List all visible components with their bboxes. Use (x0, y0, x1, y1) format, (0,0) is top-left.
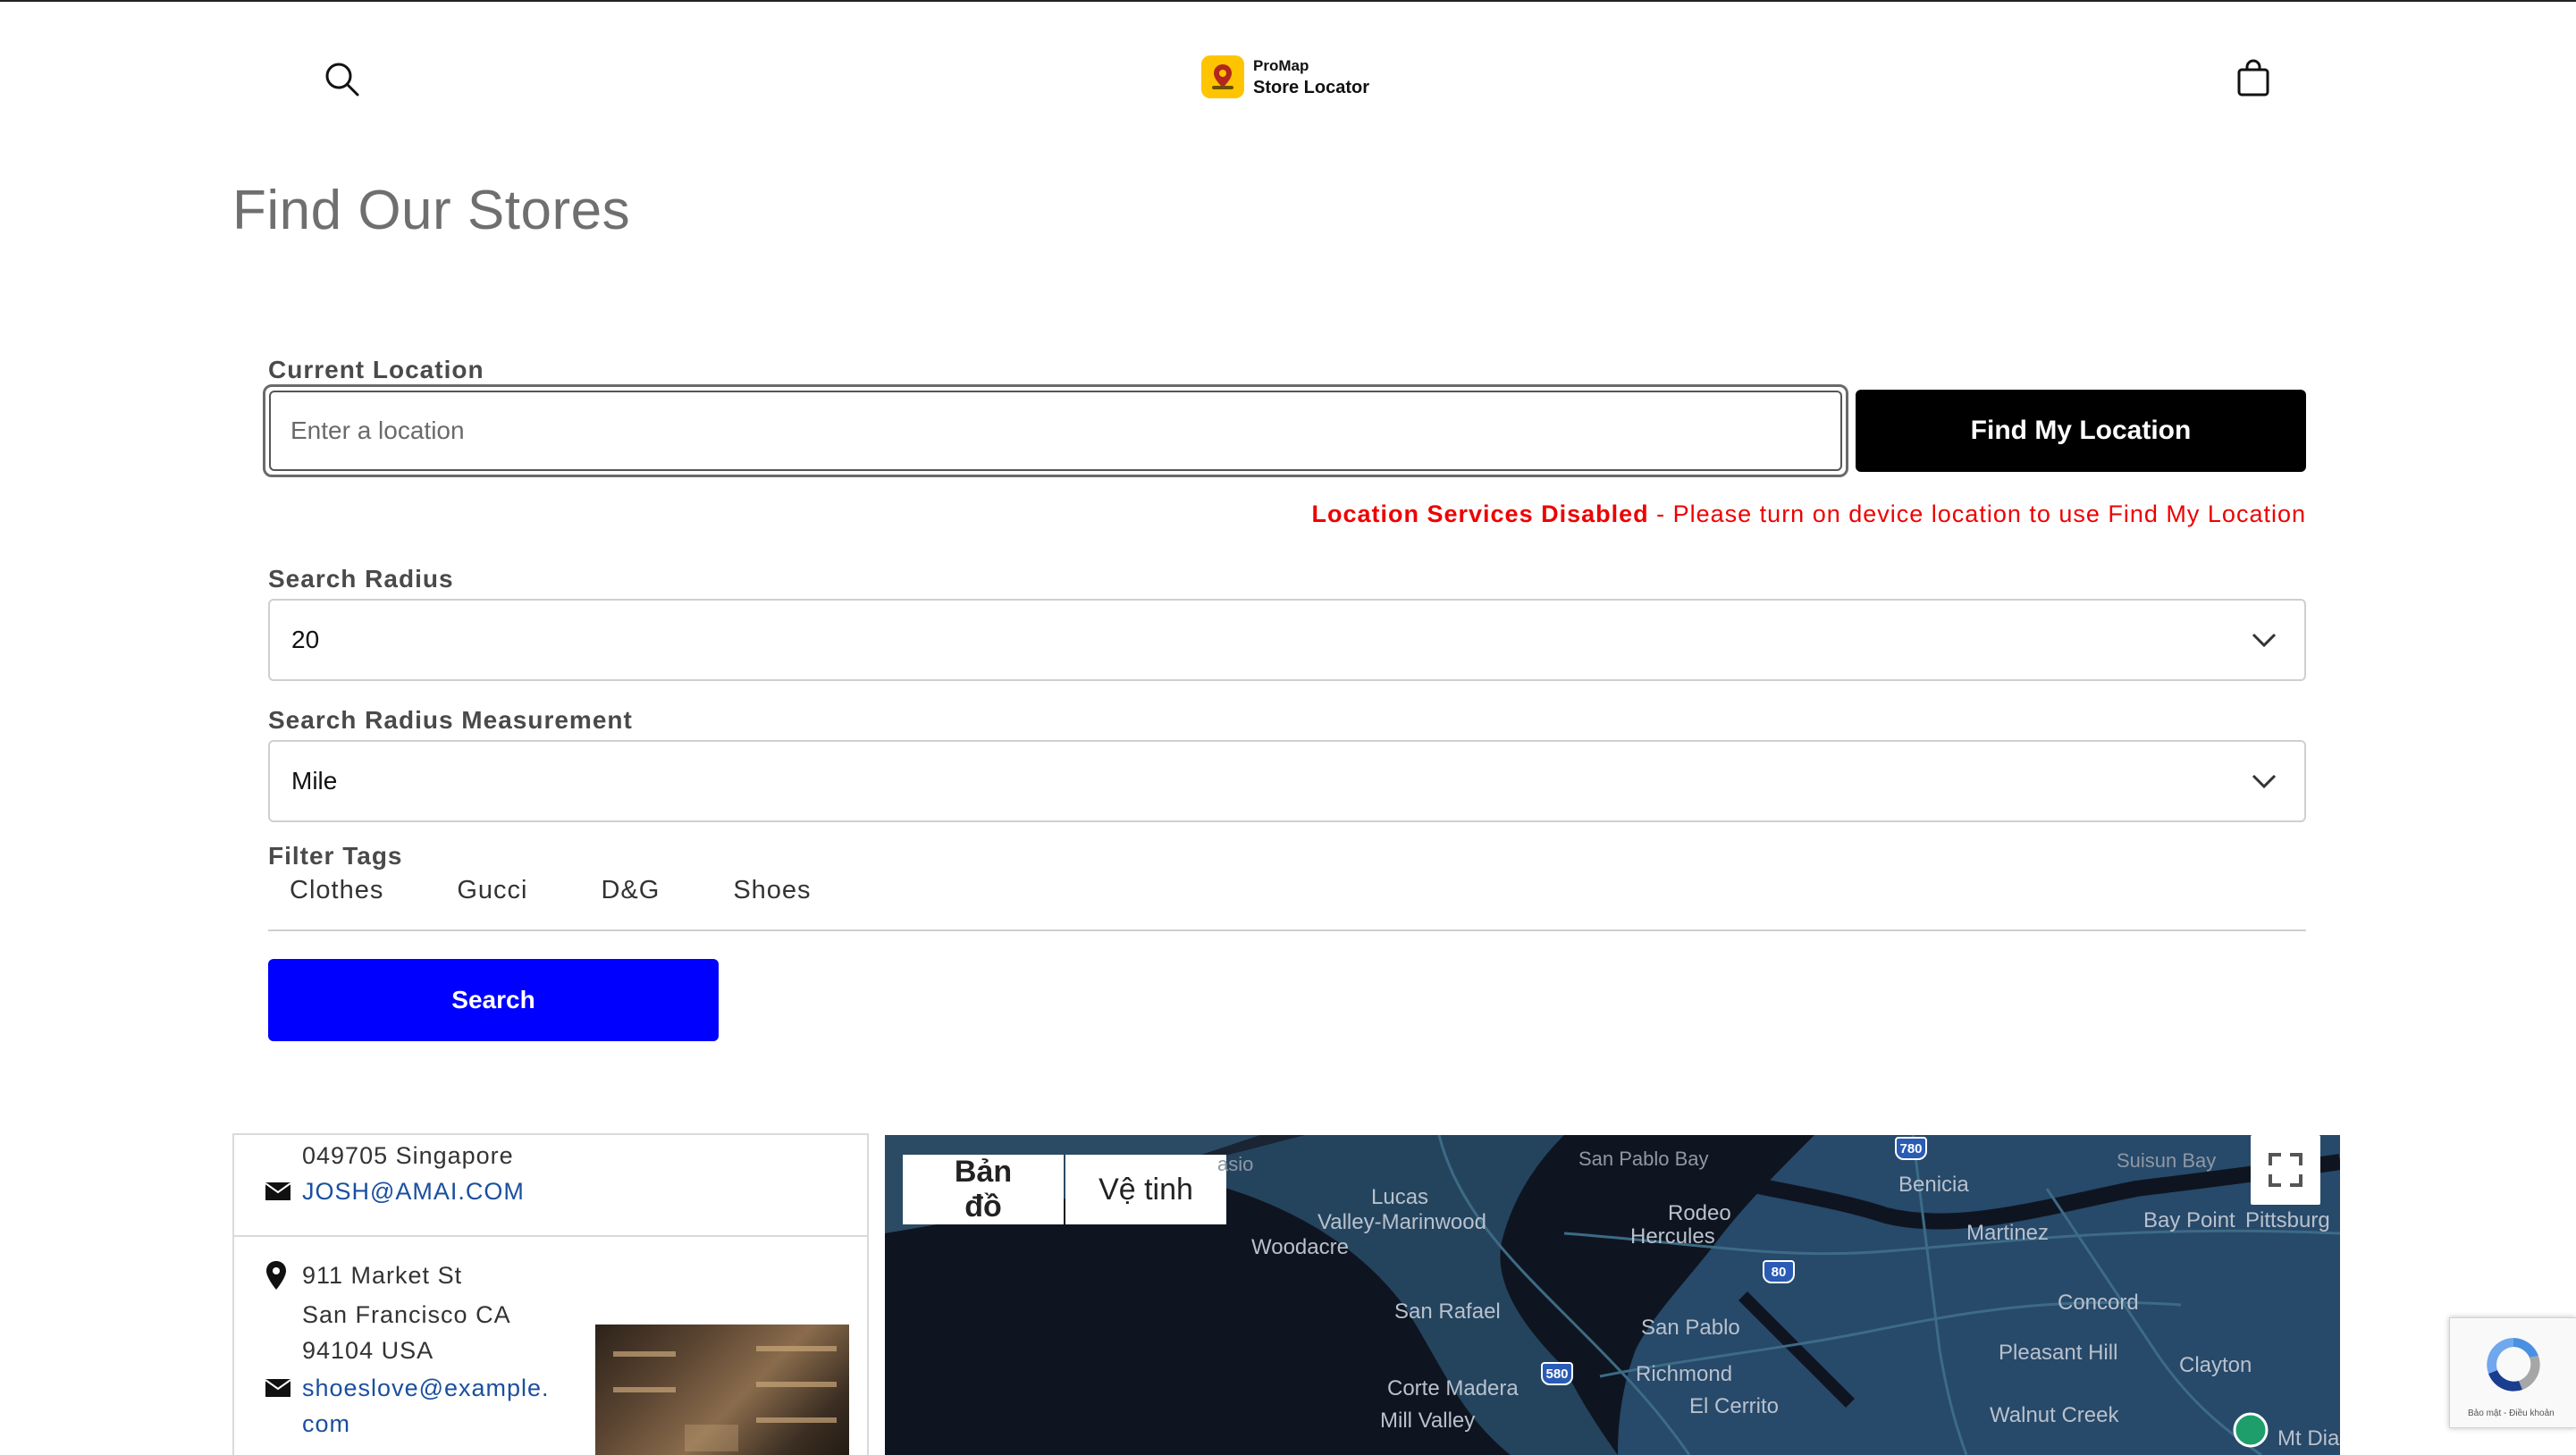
search-button[interactable]: Search (268, 959, 719, 1041)
mail-icon (265, 1182, 291, 1200)
map-label: San Pablo Bay (1578, 1148, 1709, 1170)
store-address-line: San Francisco CA (302, 1301, 511, 1328)
store-email[interactable]: shoeslove@example. (302, 1375, 550, 1402)
location-warning-strong: Location Services Disabled (1311, 500, 1649, 527)
map-label: Rodeo (1668, 1201, 1731, 1225)
filter-tags-label: Filter Tags (268, 842, 403, 870)
map-label: Clayton (2179, 1353, 2252, 1377)
map-label: Richmond (1636, 1362, 1733, 1386)
location-input[interactable] (269, 391, 1842, 471)
map-label: Bay Point (2143, 1208, 2235, 1232)
map-label: Hercules (1630, 1224, 1715, 1249)
map-label: Suisun Bay (2117, 1149, 2217, 1172)
map-tab-satellite[interactable]: Vệ tinh (1065, 1155, 1226, 1224)
map-label: Benicia (1898, 1173, 1969, 1197)
map-label: Mill Valley (1380, 1409, 1476, 1433)
map-label: Lucas (1371, 1185, 1429, 1209)
chevron-down-icon (2252, 774, 2277, 789)
store-logo[interactable]: ProMap Store Locator (1201, 55, 1369, 98)
highway-shield: 580 (1541, 1362, 1573, 1385)
store-list[interactable]: 049705 Singapore JOSH@AMAI.COM 911 Marke… (232, 1133, 869, 1455)
page-title: Find Our Stores (232, 180, 631, 241)
store-address-line: 94104 USA (302, 1337, 434, 1364)
store-email[interactable]: JOSH@AMAI.COM (302, 1178, 525, 1206)
measurement-label: Search Radius Measurement (268, 706, 633, 734)
map-label: Martinez (1966, 1221, 2050, 1245)
store-photo (595, 1325, 849, 1455)
map-label: Concord (2058, 1291, 2139, 1315)
highway-shield: 780 (1895, 1137, 1927, 1160)
mail-icon (265, 1379, 291, 1397)
map-label: Pleasant Hill (1999, 1341, 2118, 1365)
filter-tags: Clothes Gucci D&G Shoes (268, 876, 2306, 931)
location-warning: Location Services Disabled - Please turn… (1311, 500, 2306, 528)
location-warning-text: - Please turn on device location to use … (1648, 500, 2306, 527)
location-pin-icon (266, 1261, 286, 1290)
search-radius-select[interactable]: 20 (268, 599, 2306, 681)
search-radius-label: Search Radius (268, 565, 454, 593)
logo-name: Store Locator (1253, 78, 1370, 97)
map-tab-map[interactable]: Bản đồ (903, 1155, 1064, 1224)
map-label: Woodacre (1251, 1235, 1349, 1259)
logo-brand: ProMap (1253, 57, 1309, 74)
store-address-line: 911 Market St (302, 1262, 463, 1289)
find-my-location-button[interactable]: Find My Location (1856, 390, 2306, 472)
location-input-focus-ring (263, 384, 1848, 477)
current-location-label: Current Location (268, 356, 484, 383)
map-label: asio (1217, 1153, 1254, 1175)
recaptcha-badge[interactable]: Bảo mật - Điều khoản (2449, 1317, 2576, 1428)
window-top-border (0, 0, 2576, 2)
map-label: San Pablo (1641, 1316, 1740, 1340)
chevron-down-icon (2252, 633, 2277, 648)
map-label: Mt Dia (2277, 1426, 2340, 1451)
map-label: Valley-Marinwood (1317, 1210, 1486, 1234)
recaptcha-terms[interactable]: Bảo mật - Điều khoản (2468, 1409, 2555, 1418)
search-radius-value: 20 (291, 626, 320, 653)
map-label: Corte Madera (1387, 1376, 1519, 1400)
map-label: El Cerrito (1689, 1394, 1780, 1418)
map-label: San Rafael (1394, 1299, 1501, 1324)
tag-clothes[interactable]: Clothes (290, 876, 383, 929)
highway-shield: 80 (1763, 1260, 1795, 1283)
store-email-cont[interactable]: com (302, 1410, 350, 1438)
tag-shoes[interactable]: Shoes (733, 876, 811, 929)
store-divider (234, 1235, 867, 1237)
map-label: Pittsburg (2245, 1208, 2330, 1232)
tag-gucci[interactable]: Gucci (457, 876, 527, 929)
search-icon[interactable] (320, 57, 365, 102)
cart-icon[interactable] (2231, 55, 2276, 100)
recaptcha-icon (2487, 1338, 2540, 1392)
map-pin-icon (1201, 55, 1244, 98)
fullscreen-icon[interactable] (2251, 1135, 2320, 1205)
tag-dg[interactable]: D&G (601, 876, 660, 929)
measurement-value: Mile (291, 767, 338, 795)
store-address: 049705 Singapore (302, 1142, 514, 1169)
map-label: Walnut Creek (1990, 1403, 2119, 1427)
measurement-select[interactable]: Mile (268, 740, 2306, 822)
store-map[interactable]: Bản đồ Vệ tinh asio San Pablo Bay Suisun… (885, 1135, 2340, 1455)
